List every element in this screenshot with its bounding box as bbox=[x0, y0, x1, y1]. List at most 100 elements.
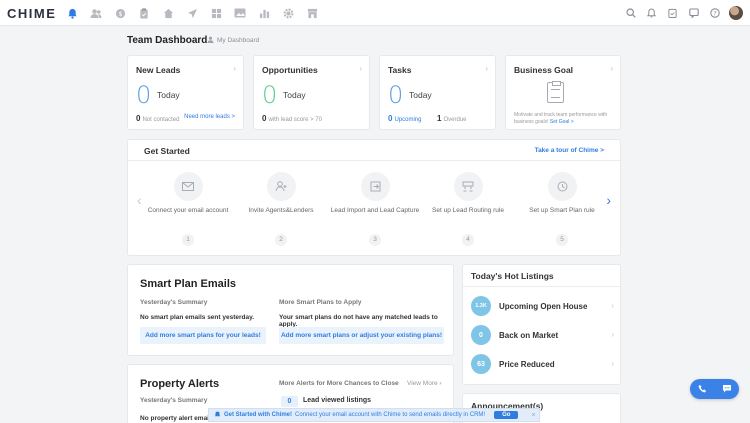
listing-label: Upcoming Open House bbox=[499, 302, 588, 311]
routing-icon bbox=[453, 172, 483, 201]
svg-text:$: $ bbox=[118, 9, 122, 17]
step-lead-routing[interactable]: Set up Lead Routing rule bbox=[420, 172, 516, 214]
listing-label: Price Reduced bbox=[499, 360, 555, 369]
opportunities-count: 0 bbox=[262, 81, 278, 109]
chevron-right-icon: › bbox=[611, 359, 614, 368]
step-label: Set up Smart Plan rule bbox=[529, 207, 595, 214]
chevron-right-icon: › bbox=[439, 380, 442, 387]
tour-link[interactable]: Take a tour of Chime > bbox=[535, 147, 604, 154]
bar-chart-icon[interactable] bbox=[252, 4, 276, 22]
user-avatar[interactable] bbox=[729, 6, 743, 20]
section-title: Property Alerts bbox=[140, 378, 220, 390]
hot-listings-title: Today's Hot Listings bbox=[471, 271, 554, 281]
header-actions: ? bbox=[620, 4, 750, 22]
step-number: 2 bbox=[275, 234, 287, 246]
chevron-right-icon[interactable]: › bbox=[359, 64, 362, 73]
paper-plane-icon[interactable] bbox=[180, 4, 204, 22]
smart-plan-icon bbox=[547, 172, 577, 201]
users-icon[interactable] bbox=[84, 4, 108, 22]
overdue-stat[interactable]: 1 Overdue bbox=[437, 114, 466, 123]
get-started-title: Get Started bbox=[144, 146, 190, 156]
close-icon[interactable]: × bbox=[531, 412, 535, 419]
gear-icon[interactable] bbox=[276, 4, 300, 22]
opportunities-card[interactable]: Opportunities › 0 Today 0 with lead scor… bbox=[253, 55, 370, 130]
calendar-check-icon[interactable] bbox=[662, 4, 683, 22]
add-smart-plans-button[interactable]: Add more smart plans for your leads! bbox=[140, 327, 266, 344]
upcoming-stat[interactable]: 0 Upcoming bbox=[388, 114, 421, 123]
bell-icon[interactable] bbox=[60, 4, 84, 22]
step-lead-import[interactable]: Lead Import and Lead Capture bbox=[327, 172, 423, 214]
card-title: Opportunities bbox=[262, 65, 318, 75]
tasks-count: 0 bbox=[388, 81, 404, 109]
summary-heading: Yesterday's Summary bbox=[140, 299, 208, 306]
my-dashboard-label: My Dashboard bbox=[217, 37, 260, 44]
step-smart-plan[interactable]: Set up Smart Plan rule bbox=[514, 172, 610, 214]
chevron-right-icon[interactable]: › bbox=[610, 64, 613, 73]
clipboard-goal-icon bbox=[547, 81, 564, 103]
grid-icon[interactable] bbox=[204, 4, 228, 22]
more-plans-heading: More Smart Plans to Apply bbox=[279, 299, 362, 306]
help-icon[interactable]: ? bbox=[704, 4, 725, 22]
step-invite-agents[interactable]: Invite Agents&Lenders bbox=[233, 172, 329, 214]
store-icon[interactable] bbox=[300, 4, 324, 22]
listing-label: Back on Market bbox=[499, 331, 559, 340]
top-navigation-bar: CHIME $ ? bbox=[0, 0, 750, 26]
more-alerts-heading: More Alerts for More Chances to Close bbox=[279, 380, 399, 387]
lead-viewed-count: 0 bbox=[281, 396, 298, 407]
chevron-right-icon[interactable]: › bbox=[485, 64, 488, 73]
image-icon[interactable] bbox=[228, 4, 252, 22]
need-more-leads-link[interactable]: Need more leads > bbox=[184, 114, 235, 120]
chevron-right-icon: › bbox=[611, 301, 614, 310]
lead-viewed-label: Lead viewed listings bbox=[303, 397, 372, 404]
bell-icon bbox=[214, 411, 221, 420]
phone-icon[interactable] bbox=[698, 384, 707, 395]
card-title: Business Goal bbox=[514, 65, 574, 75]
chat-icon[interactable] bbox=[683, 4, 704, 22]
new-leads-count: 0 bbox=[136, 81, 152, 109]
divider bbox=[463, 286, 620, 287]
need-more-leads-link-wrap: Need more leads > bbox=[184, 114, 235, 120]
notification-icon[interactable] bbox=[641, 4, 662, 22]
today-label: Today bbox=[157, 90, 180, 100]
more-plans-text: Your smart plans do not have any matched… bbox=[279, 314, 438, 328]
search-icon[interactable] bbox=[620, 4, 641, 22]
stat-value: 0 bbox=[136, 114, 141, 123]
tasks-card[interactable]: Tasks › 0 Today 0 Upcoming 1 Overdue bbox=[379, 55, 496, 130]
step-number: 3 bbox=[369, 234, 381, 246]
hot-listing-item[interactable]: 0 Back on Market › bbox=[471, 325, 614, 345]
hot-listing-item[interactable]: 63 Price Reduced › bbox=[471, 354, 614, 374]
step-label: Set up Lead Routing rule bbox=[432, 207, 504, 214]
step-connect-email[interactable]: Connect your email account bbox=[140, 172, 236, 214]
import-icon bbox=[360, 172, 390, 201]
floating-contact-widget bbox=[690, 379, 739, 399]
business-goal-card[interactable]: Business Goal › Motivate and track team … bbox=[505, 55, 621, 130]
card-title: Tasks bbox=[388, 65, 412, 75]
step-label: Invite Agents&Lenders bbox=[248, 207, 314, 214]
envelope-icon bbox=[173, 172, 203, 201]
stat-label: Not contacted bbox=[142, 117, 180, 123]
home-icon[interactable] bbox=[156, 4, 180, 22]
clipboard-icon[interactable] bbox=[132, 4, 156, 22]
chevron-right-icon[interactable]: › bbox=[233, 64, 236, 73]
hot-listing-item[interactable]: 1.3K Upcoming Open House › bbox=[471, 296, 614, 316]
go-button[interactable]: Go bbox=[494, 411, 519, 419]
smart-plan-emails-card: Smart Plan Emails Yesterday's Summary No… bbox=[127, 264, 454, 356]
hot-listings-card: Today's Hot Listings 1.3K Upcoming Open … bbox=[462, 264, 621, 385]
set-goal-link[interactable]: Set Goal > bbox=[550, 119, 574, 125]
divider bbox=[128, 160, 620, 161]
get-started-card: Get Started Take a tour of Chime > ‹ › C… bbox=[127, 139, 621, 256]
chime-logo[interactable]: CHIME bbox=[7, 6, 56, 21]
not-contacted-stat: 0 Not contacted bbox=[136, 114, 179, 123]
banner-title: Get Started with Chime! bbox=[224, 412, 293, 418]
stat-label: Overdue bbox=[443, 117, 467, 123]
new-leads-card[interactable]: New Leads › 0 Today 0 Not contacted Need… bbox=[127, 55, 244, 130]
lead-score-stat: 0 with lead score > 70 bbox=[262, 114, 322, 123]
banner-text: Connect your email account with Chime to… bbox=[295, 412, 486, 418]
page-title: Team Dashboard bbox=[127, 35, 208, 46]
my-dashboard-link[interactable]: My Dashboard bbox=[207, 36, 259, 45]
get-started-banner: Get Started with Chime! Connect your ema… bbox=[208, 408, 540, 422]
view-more-link[interactable]: View More › bbox=[407, 380, 442, 387]
adjust-smart-plans-button[interactable]: Add more smart plans or adjust your exis… bbox=[279, 327, 444, 344]
chat-bubble-icon[interactable] bbox=[722, 384, 732, 395]
dollar-icon[interactable]: $ bbox=[108, 4, 132, 22]
